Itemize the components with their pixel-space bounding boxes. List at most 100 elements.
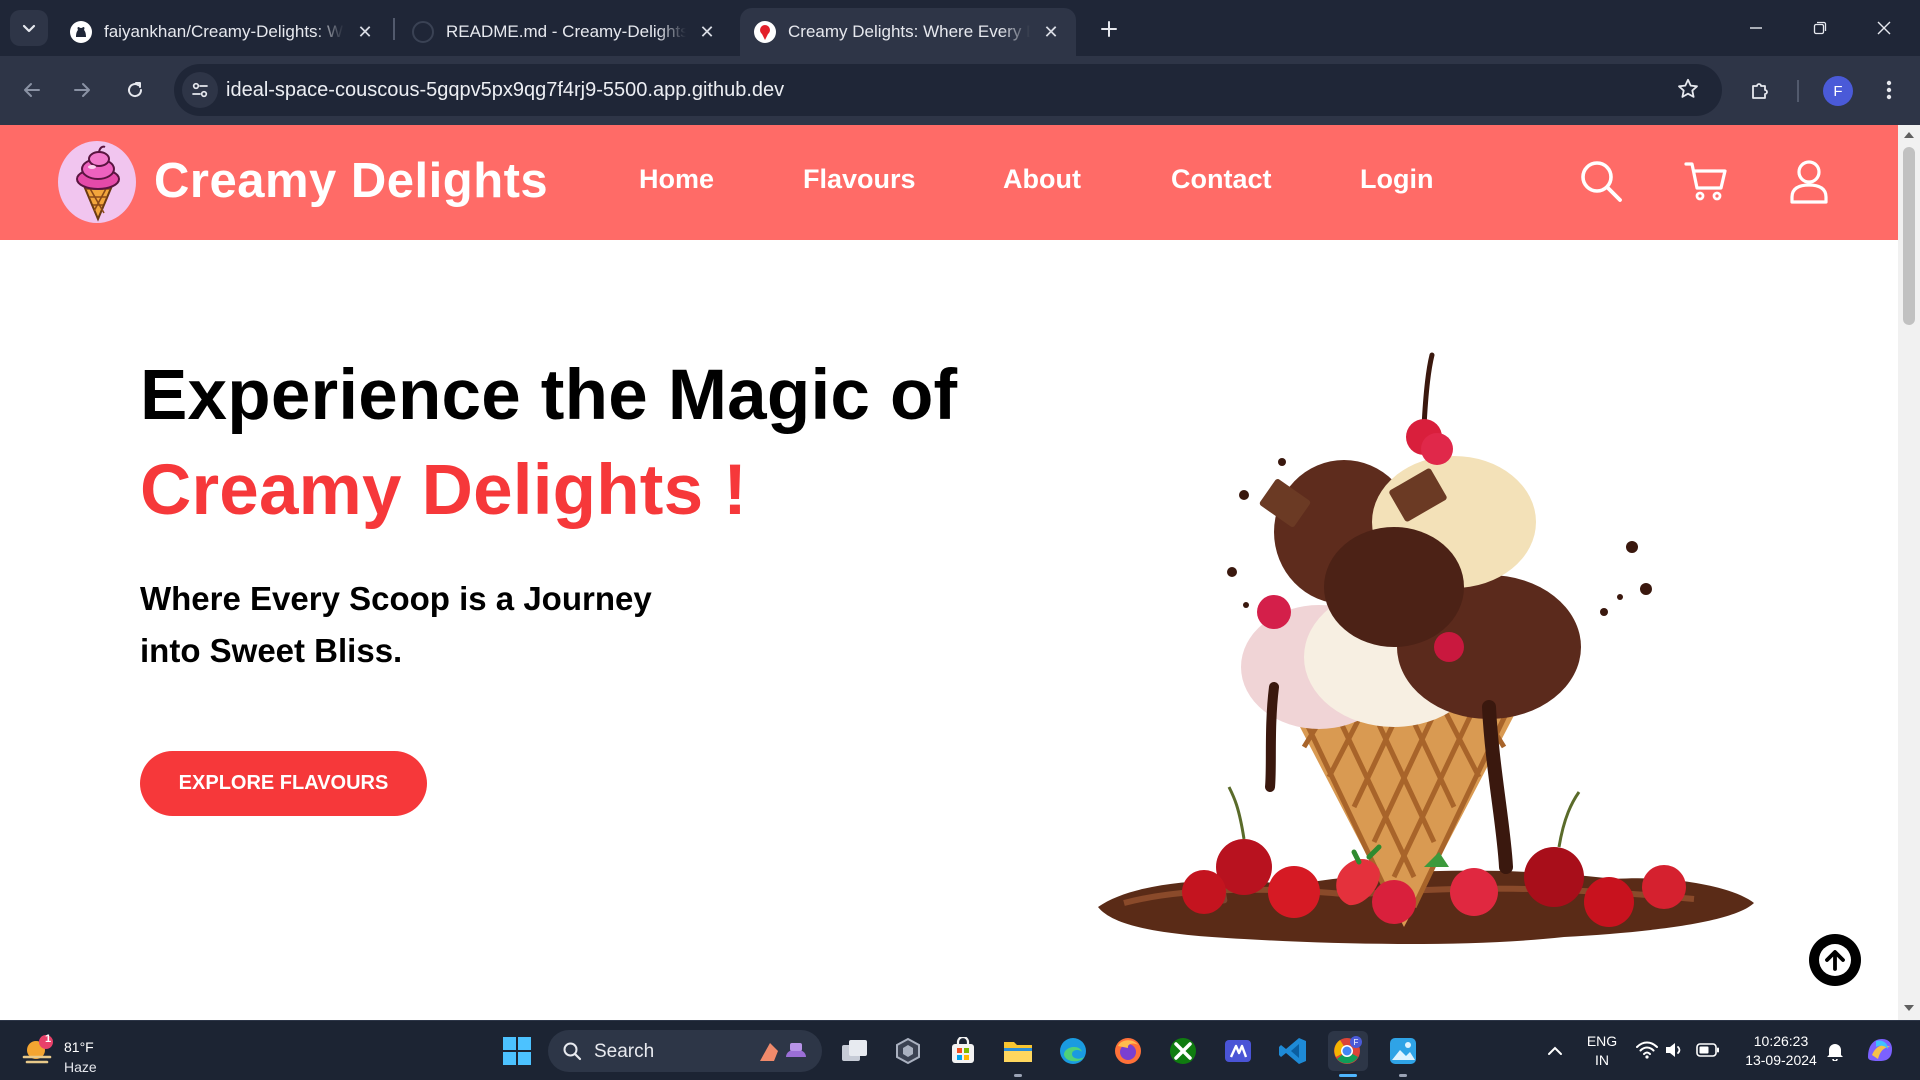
search-icon[interactable] — [1575, 155, 1627, 207]
browser-tab-creamy-delights[interactable]: Creamy Delights: Where Every Bite ✕ — [740, 8, 1076, 56]
close-tab-icon[interactable]: ✕ — [696, 21, 718, 43]
scroll-down-arrow[interactable] — [1904, 1005, 1914, 1011]
browser-tab-readme[interactable]: README.md - Creamy-Delights [C ✕ — [398, 8, 732, 56]
running-indicator — [1014, 1074, 1022, 1077]
nav-home[interactable]: Home — [639, 164, 714, 195]
nav-contact[interactable]: Contact — [1171, 164, 1272, 195]
chrome-icon[interactable]: F — [1328, 1031, 1368, 1071]
site-brand-name[interactable]: Creamy Delights — [154, 153, 548, 209]
profile-avatar[interactable]: F — [1823, 76, 1853, 106]
xbox-icon[interactable] — [1163, 1031, 1203, 1071]
close-window-button[interactable] — [1852, 0, 1916, 56]
site-header: Creamy Delights Home Flavours About Cont… — [0, 125, 1898, 240]
browser-toolbar: ideal-space-couscous-5gqpv5px9qg7f4rj9-5… — [0, 56, 1920, 125]
nav-about[interactable]: About — [1003, 164, 1081, 195]
url-text[interactable]: ideal-space-couscous-5gqpv5px9qg7f4rj9-5… — [226, 64, 784, 116]
edge-browser-icon[interactable] — [1053, 1031, 1093, 1071]
github-icon — [412, 21, 434, 43]
explore-flavours-button[interactable]: EXPLORE FLAVOURS — [140, 751, 427, 816]
nav-login[interactable]: Login — [1360, 164, 1433, 195]
tab-divider — [393, 18, 395, 40]
copilot-icon[interactable] — [1864, 1035, 1896, 1065]
clock-date: 13-09-2024 — [1745, 1052, 1817, 1068]
vscode-icon[interactable] — [1273, 1031, 1313, 1071]
bookmark-star-icon[interactable] — [1676, 77, 1700, 106]
photos-app-icon[interactable] — [1383, 1031, 1423, 1071]
language-code: ENG — [1586, 1033, 1618, 1049]
tray-chevron-up-icon[interactable] — [1533, 1031, 1577, 1071]
svg-text:F: F — [1354, 1038, 1359, 1047]
tab-title: faiyankhan/Creamy-Delights: Welc — [104, 22, 344, 41]
arrow-left-icon — [24, 83, 40, 97]
toolbar-divider — [1797, 80, 1799, 102]
tab-title: Creamy Delights: Where Every Bite — [788, 22, 1030, 41]
search-highlight-icon — [760, 1043, 806, 1061]
restore-icon — [1813, 21, 1827, 35]
github-icon — [70, 21, 92, 43]
microsoft-store-icon[interactable] — [943, 1031, 983, 1071]
tab-search-button[interactable] — [10, 10, 48, 46]
new-tab-button[interactable] — [1092, 12, 1126, 46]
search-icon — [563, 1042, 582, 1061]
scroll-up-arrow[interactable] — [1904, 132, 1914, 138]
language-indicator[interactable]: ENG IN — [1578, 1032, 1626, 1070]
weather-widget[interactable]: 1 81°F Haze — [22, 1029, 182, 1075]
browser-tab-github[interactable]: faiyankhan/Creamy-Delights: Welc ✕ — [56, 8, 390, 56]
restore-button[interactable] — [1788, 0, 1852, 56]
arrow-right-icon — [74, 83, 90, 97]
scroll-to-top-button[interactable] — [1809, 934, 1861, 986]
hero-subtitle: Where Every Scoop is a Journey into Swee… — [140, 580, 652, 669]
start-button[interactable] — [497, 1031, 537, 1071]
clock[interactable]: 10:26:23 13-09-2024 — [1735, 1032, 1827, 1070]
running-indicator — [1399, 1074, 1407, 1077]
app-cube-icon[interactable] — [888, 1031, 928, 1071]
close-tab-icon[interactable]: ✕ — [1040, 21, 1062, 43]
page-scrollbar[interactable] — [1898, 125, 1920, 1020]
close-tab-icon[interactable]: ✕ — [354, 21, 376, 43]
tab-title: README.md - Creamy-Delights [C — [446, 22, 686, 41]
close-icon — [1877, 21, 1891, 35]
battery-icon[interactable] — [1696, 1043, 1720, 1057]
ice-cream-favicon-icon — [754, 21, 776, 43]
site-logo[interactable] — [58, 141, 136, 223]
weather-badge: 1 — [44, 1033, 52, 1045]
reload-icon — [128, 82, 143, 98]
puzzle-icon — [1752, 83, 1768, 99]
hero-title-line2: Creamy Delights ! — [140, 451, 748, 530]
extensions-button[interactable] — [1742, 72, 1778, 108]
taskbar-search-label: Search — [594, 1041, 655, 1062]
ice-cream-logo-icon — [76, 145, 120, 222]
minimize-button[interactable] — [1724, 0, 1788, 56]
back-button[interactable] — [14, 72, 50, 108]
arrow-up-icon — [1819, 944, 1851, 976]
ice-cream-cone-image — [1098, 352, 1754, 944]
file-explorer-icon[interactable] — [998, 1031, 1038, 1071]
nav-flavours[interactable]: Flavours — [803, 164, 916, 195]
region-code: IN — [1595, 1052, 1609, 1068]
chevron-down-icon — [22, 24, 36, 33]
user-icon[interactable] — [1783, 155, 1835, 207]
plus-icon — [1101, 21, 1117, 37]
scrollbar-thumb[interactable] — [1903, 147, 1915, 325]
task-view-icon[interactable] — [835, 1031, 875, 1071]
windows-taskbar: 1 81°F Haze Search F ENG IN 10:26:23 13-… — [0, 1020, 1920, 1080]
clock-time: 10:26:23 — [1753, 1033, 1809, 1049]
windows-logo-icon — [503, 1037, 531, 1065]
weather-condition: Haze — [64, 1059, 97, 1075]
tune-icon — [192, 82, 208, 98]
forward-button[interactable] — [64, 72, 100, 108]
volume-icon[interactable] — [1664, 1040, 1684, 1060]
running-indicator — [1339, 1074, 1357, 1077]
firefox-icon[interactable] — [1108, 1031, 1148, 1071]
hero-title-line1: Experience the Magic of — [140, 356, 958, 435]
wifi-icon[interactable] — [1636, 1041, 1658, 1059]
reload-button[interactable] — [117, 72, 153, 108]
browser-menu-button[interactable] — [1871, 72, 1907, 108]
site-info-button[interactable] — [182, 72, 218, 108]
taskbar-search-box[interactable]: Search — [548, 1030, 822, 1072]
weather-temperature: 81°F — [64, 1039, 94, 1055]
whiteboard-app-icon[interactable] — [1218, 1031, 1258, 1071]
notification-bell-icon[interactable] — [1826, 1041, 1844, 1061]
cart-icon[interactable] — [1680, 155, 1732, 207]
address-bar[interactable]: ideal-space-couscous-5gqpv5px9qg7f4rj9-5… — [174, 64, 1722, 116]
